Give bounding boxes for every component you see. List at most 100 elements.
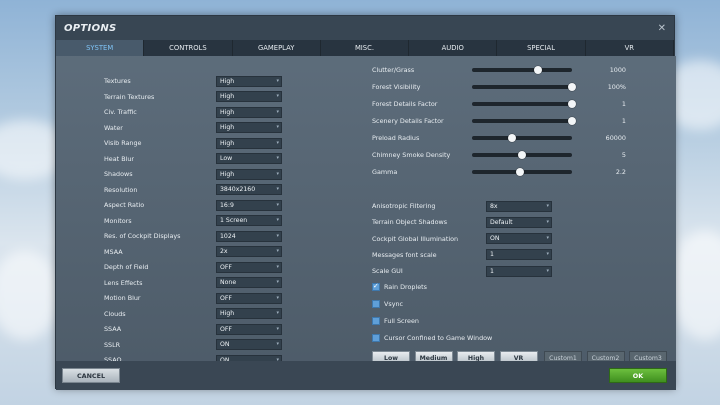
setting-label: Heat Blur [104,154,135,163]
dropdown-value: OFF [220,294,232,302]
slider-label: Gamma [372,168,398,176]
setting-dropdown[interactable]: 1 Screen ▾ [216,215,282,226]
setting-label: Terrain Textures [104,92,155,101]
chevron-down-icon: ▾ [276,93,279,99]
setting-dropdown[interactable]: OFF ▾ [216,261,282,273]
dropdown-value: High [220,310,235,317]
setting-dropdown[interactable]: ON ▾ [216,339,282,350]
slider-track[interactable] [472,151,572,159]
dropdown-value: 1 Screen [220,217,248,224]
checkbox[interactable] [372,282,380,291]
setting-dropdown[interactable]: High ▾ [216,308,282,319]
close-icon[interactable]: ✕ [658,23,666,34]
setting-dropdown[interactable]: 1 ▾ [486,249,552,261]
setting-dropdown[interactable]: High ▾ [216,91,282,102]
slider-value: 5 [621,151,626,159]
ok-button[interactable]: OK [609,368,667,383]
dropdown-value: OFF [220,263,232,271]
setting-label: Messages font scale [372,250,437,259]
setting-dropdown[interactable]: 16:9 ▾ [216,199,282,211]
setting-dropdown[interactable]: 8x ▾ [486,200,552,212]
checkbox[interactable] [372,317,380,325]
dropdown-value: High [220,93,235,100]
setting-dropdown[interactable]: High ▾ [216,137,282,149]
slider-value: 1 [621,117,626,125]
slider-handle[interactable] [508,134,516,142]
setting-label: Depth of Field [104,263,149,271]
slider-handle[interactable] [568,100,576,108]
slider-label: Forest Visibility [372,83,421,91]
checkbox[interactable] [372,334,380,342]
setting-dropdown[interactable]: ON ▾ [486,233,552,245]
setting-dropdown[interactable]: Low ▾ [216,153,282,164]
dropdown-value: 8x [490,202,498,210]
cancel-button[interactable]: CANCEL [62,368,120,383]
dropdown-value: High [220,139,235,147]
tab-vr[interactable]: VR [585,40,674,56]
setting-dropdown[interactable]: Default ▾ [486,216,552,228]
setting-dropdown[interactable]: 1 ▾ [486,265,552,277]
setting-dropdown[interactable]: High ▾ [216,106,282,118]
tab-bar: SYSTEM CONTROLS GAMEPLAY MISC. AUDIO SPE… [56,40,674,56]
setting-dropdown[interactable]: High ▾ [216,168,282,180]
slider-track[interactable] [472,100,576,108]
chevron-down-icon: ▾ [276,155,279,161]
chevron-down-icon: ▾ [546,267,549,274]
setting-label: Clouds [104,309,126,318]
dropdown-value: OFF [220,325,232,333]
slider-track[interactable] [472,134,572,142]
setting-dropdown[interactable]: High ▾ [216,75,282,87]
dropdown-value: None [220,279,237,286]
footer-bar: CANCEL OK [56,361,676,390]
slider-handle[interactable] [518,151,526,159]
setting-label: Resolution [104,185,138,194]
background-cloud [0,250,60,340]
title-bar: OPTIONS ✕ [56,16,674,40]
checkbox[interactable] [372,300,380,308]
checkbox-label: Cursor Confined to Game Window [384,334,493,342]
slider-handle[interactable] [568,83,576,91]
slider-label: Chimney Smoke Density [372,151,451,159]
tab-misc[interactable]: MISC. [320,40,410,56]
chevron-down-icon: ▾ [276,217,279,223]
chevron-down-icon: ▾ [276,294,279,301]
setting-dropdown[interactable]: None ▾ [216,277,282,288]
slider-track[interactable] [472,66,572,74]
chevron-down-icon: ▾ [276,310,279,316]
slider-value: 60000 [605,134,626,142]
slider-track[interactable] [472,117,576,125]
tab-audio[interactable]: AUDIO [409,40,498,56]
slider-track[interactable] [472,83,576,91]
setting-label: Aspect Ratio [104,201,145,209]
slider-handle[interactable] [534,66,542,74]
setting-dropdown[interactable]: High ▾ [216,122,282,133]
setting-dropdown[interactable]: OFF ▾ [216,323,282,335]
chevron-down-icon: ▾ [276,232,279,239]
tab-controls[interactable]: CONTROLS [144,40,233,56]
slider-label: Forest Details Factor [372,100,438,108]
dropdown-value: ON [490,235,500,243]
tab-gameplay[interactable]: GAMEPLAY [232,40,321,56]
setting-dropdown[interactable]: OFF ▾ [216,292,282,304]
chevron-down-icon: ▾ [546,202,549,209]
setting-dropdown[interactable]: 2x ▾ [216,246,282,257]
chevron-down-icon: ▾ [276,263,279,270]
tab-system[interactable]: SYSTEM [56,40,145,56]
setting-label: Terrain Object Shadows [372,218,448,227]
slider-track[interactable] [472,168,572,176]
slider-value: 100% [607,83,626,91]
setting-dropdown[interactable]: 3840x2160 ▾ [216,184,282,195]
slider-handle[interactable] [568,117,576,125]
dropdown-value: Low [220,155,233,162]
setting-label: Cockpit Global Illumination [372,234,459,243]
chevron-down-icon: ▾ [276,279,279,285]
slider-label: Scenery Details Factor [372,117,444,125]
tab-special[interactable]: SPECIAL [497,40,586,56]
slider-handle[interactable] [516,168,524,176]
setting-label: Water [104,123,123,132]
setting-label: MSAA [104,247,123,256]
setting-label: SSLR [104,340,121,349]
setting-dropdown[interactable]: 1024 ▾ [216,230,282,242]
chevron-down-icon: ▾ [276,248,279,254]
dropdown-value: ON [220,341,230,348]
